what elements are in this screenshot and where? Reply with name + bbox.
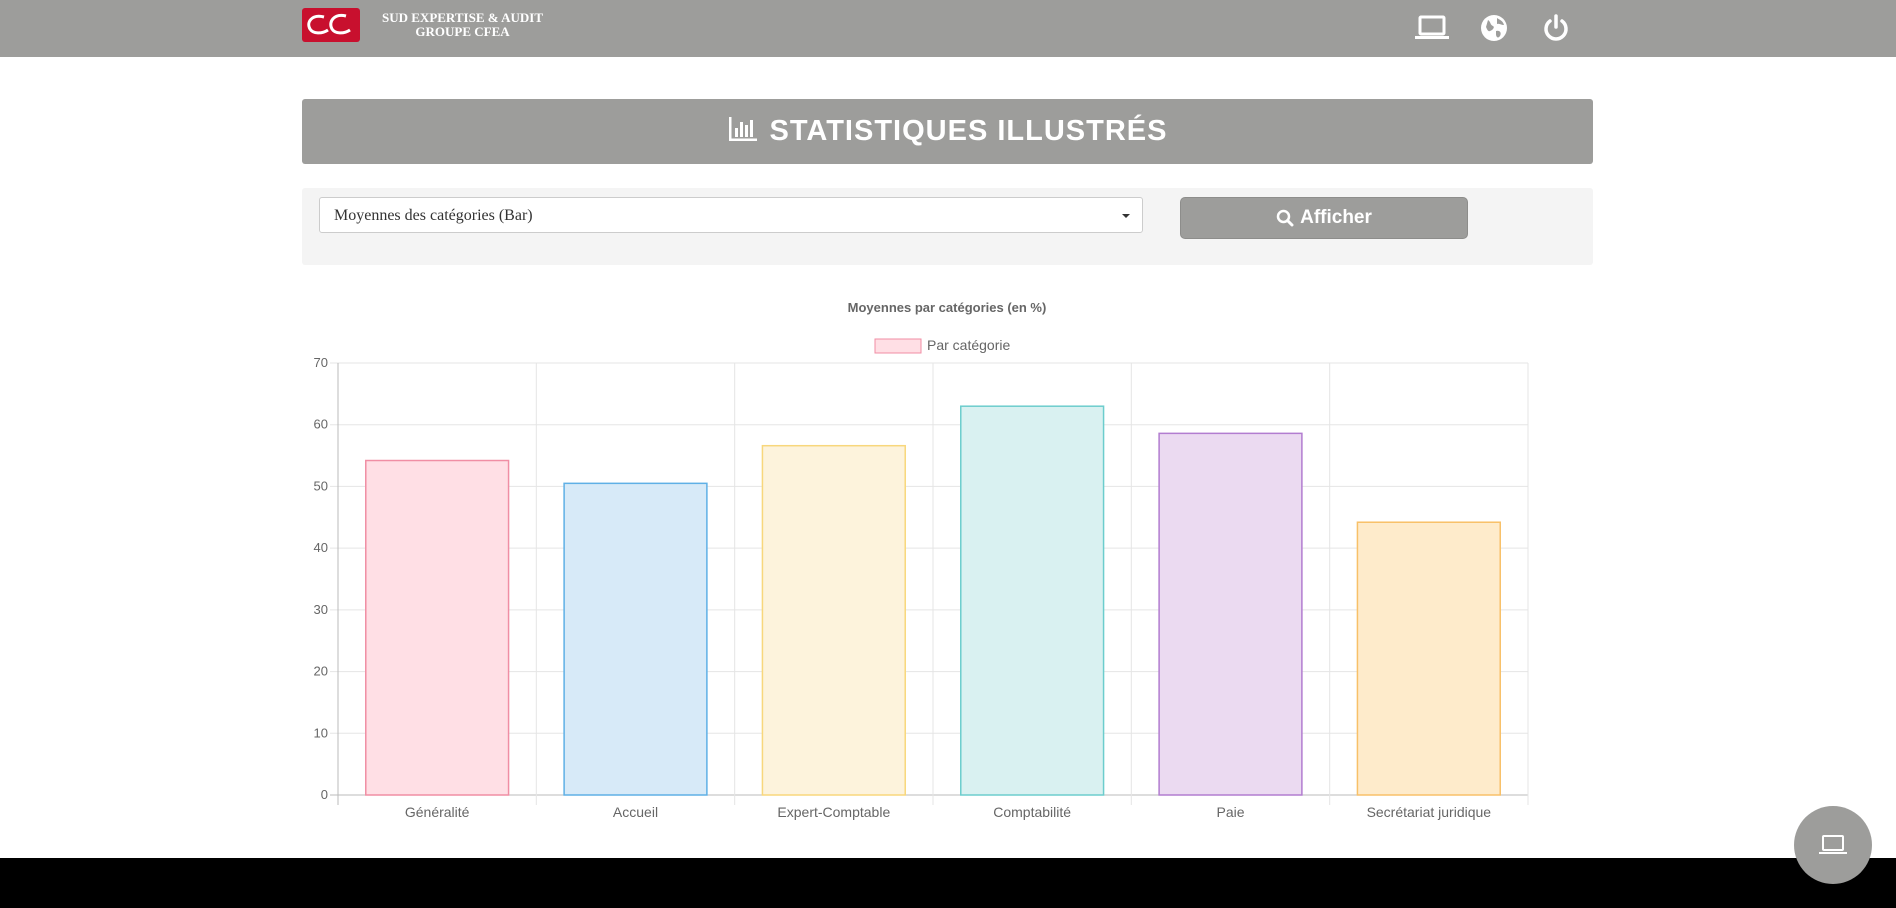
x-tick-label: Paie — [1216, 804, 1244, 820]
x-tick-label: Comptabilité — [993, 804, 1071, 820]
x-tick-label: Secrétariat juridique — [1367, 804, 1492, 820]
laptop-icon[interactable] — [1412, 12, 1452, 44]
y-tick-label: 30 — [314, 602, 328, 617]
afficher-button-label: Afficher — [1300, 207, 1372, 228]
legend-label: Par catégorie — [927, 337, 1010, 353]
chart-title: Moyennes par catégories (en %) — [848, 300, 1047, 315]
afficher-button[interactable]: Afficher — [1180, 197, 1468, 239]
bar[interactable] — [365, 459, 510, 796]
x-tick-label: Accueil — [613, 804, 658, 820]
filter-panel: Moyennes des catégories (Bar) Afficher — [302, 188, 1593, 265]
top-navbar: SUD EXPERTISE & AUDIT GROUPE CFEA — [0, 0, 1896, 57]
brand-line-1: SUD EXPERTISE & AUDIT — [382, 10, 543, 25]
bar-chart-icon — [728, 116, 758, 147]
y-tick-label: 50 — [314, 478, 328, 493]
chart-type-select-value: Moyennes des catégories (Bar) — [334, 207, 533, 224]
brand-logo[interactable]: SUD EXPERTISE & AUDIT GROUPE CFEA — [302, 8, 543, 42]
chart-canvas: Moyennes par catégories (en %) Par catég… — [314, 300, 1529, 820]
bar[interactable] — [960, 405, 1105, 796]
chevron-down-icon — [1122, 214, 1130, 218]
y-tick-label: 10 — [314, 725, 328, 740]
y-tick-label: 40 — [314, 540, 328, 555]
bar[interactable] — [563, 482, 708, 796]
y-tick-label: 60 — [314, 417, 328, 432]
x-tick-label: Généralité — [405, 804, 470, 820]
brand-name: SUD EXPERTISE & AUDIT GROUPE CFEA — [382, 11, 543, 39]
page-header: STATISTIQUES ILLUSTRÉS — [302, 99, 1593, 164]
bar[interactable] — [1158, 432, 1303, 796]
chart-grid — [330, 362, 1529, 805]
globe-icon[interactable] — [1474, 12, 1514, 44]
y-tick-label: 0 — [321, 787, 328, 802]
bar[interactable] — [761, 444, 906, 796]
logo-mark-icon — [302, 8, 360, 42]
chart-legend[interactable]: Par catégorie — [874, 337, 1010, 354]
bar[interactable] — [1356, 521, 1501, 796]
laptop-icon — [1818, 834, 1848, 856]
y-tick-label: 20 — [314, 664, 328, 679]
y-tick-label: 70 — [314, 355, 328, 370]
footer-bar — [0, 858, 1896, 908]
brand-line-2: GROUPE CFEA — [415, 24, 510, 39]
x-tick-label: Expert-Comptable — [777, 804, 890, 820]
nav-icons — [1412, 12, 1598, 44]
page-title: STATISTIQUES ILLUSTRÉS — [769, 115, 1168, 147]
power-icon[interactable] — [1536, 12, 1576, 44]
search-icon — [1276, 209, 1294, 227]
chart-type-select[interactable]: Moyennes des catégories (Bar) — [319, 197, 1143, 233]
category-bar-chart: Moyennes par catégories (en %) Par catég… — [302, 286, 1593, 826]
floating-laptop-button[interactable] — [1794, 806, 1872, 884]
legend-swatch — [874, 338, 922, 354]
